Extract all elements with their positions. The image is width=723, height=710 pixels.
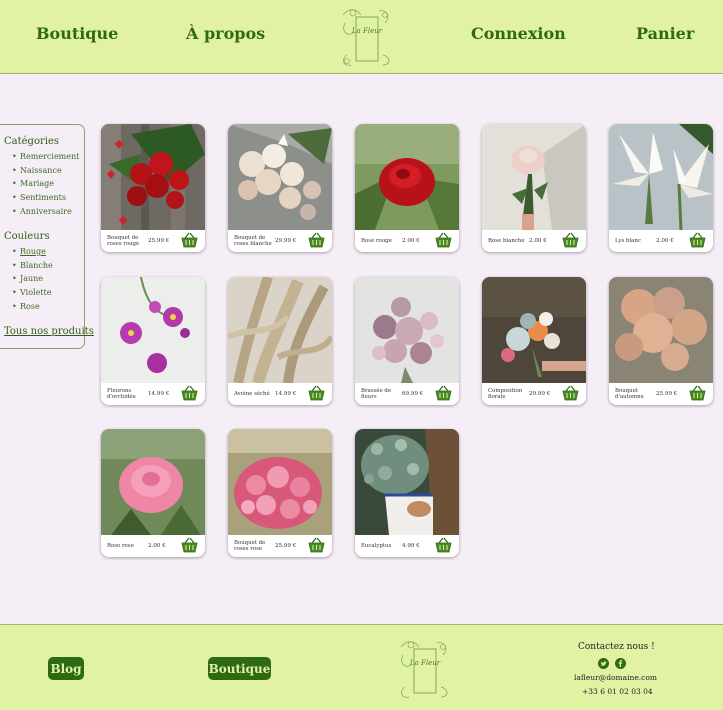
facebook-icon[interactable] [615, 658, 626, 669]
product-card[interactable]: Bouquet de roses blanche 29.99 € [228, 124, 332, 252]
category-naissance[interactable]: Naissance [4, 164, 79, 178]
product-name: Bouquet de roses rouge [107, 234, 140, 248]
product-price: 29.99 € [529, 391, 551, 397]
filter-sidebar: Catégories Remerciement Naissance Mariag… [0, 124, 94, 349]
product-photo-pink-roses-bouquet [228, 429, 332, 535]
site-header: Boutique À propos La Fleur Connexion Pan… [0, 0, 723, 74]
product-price: 25.99 € [656, 391, 678, 397]
product-price: 14.99 € [148, 391, 170, 397]
product-price: 29.99 € [275, 238, 297, 244]
twitter-icon[interactable] [598, 658, 609, 669]
nav-a-propos[interactable]: À propos [186, 24, 265, 43]
product-photo-red-rose [355, 124, 459, 230]
product-price: 4.99 € [402, 543, 420, 549]
product-photo-floral-composition [482, 277, 586, 383]
product-card[interactable]: Bouquet de roses rose 25.99 € [228, 429, 332, 557]
add-to-basket-icon[interactable] [308, 537, 325, 553]
product-price: 14.99 € [275, 391, 297, 397]
product-name: Fleurons d'orchidée [107, 387, 136, 401]
product-name: Eucalyptus [361, 542, 392, 549]
category-mariage[interactable]: Mariage [4, 177, 79, 191]
product-card[interactable]: Brassée de fleurs 69.99 € [355, 277, 459, 405]
product-photo-red-roses-bouquet [101, 124, 205, 230]
product-name: Rose rouge [361, 237, 392, 244]
product-card[interactable]: Fleurons d'orchidée 14.99 € [101, 277, 205, 405]
add-to-basket-icon[interactable] [689, 385, 706, 401]
product-card[interactable]: Bouquet de roses rouge 25.99 € [101, 124, 205, 252]
product-card[interactable]: Rose rose 2.00 € [101, 429, 205, 557]
add-to-basket-icon[interactable] [562, 385, 579, 401]
product-photo-white-rose [482, 124, 586, 230]
product-card[interactable]: Lys blanc 2.00 € [609, 124, 713, 252]
product-name: Bouquet de roses blanche [234, 234, 272, 248]
product-card[interactable]: Rose rouge 2.00 € [355, 124, 459, 252]
add-to-basket-icon[interactable] [435, 232, 452, 248]
color-rouge[interactable]: Rouge [4, 245, 53, 259]
product-name: Avoine séché [234, 390, 270, 397]
product-photo-white-roses-bouquet [228, 124, 332, 230]
product-name: Brassée de fleurs [361, 387, 392, 401]
add-to-basket-icon[interactable] [308, 232, 325, 248]
category-anniversaire[interactable]: Anniversaire [4, 205, 79, 219]
category-remerciement[interactable]: Remerciement [4, 150, 79, 164]
nav-boutique[interactable]: Boutique [36, 24, 118, 43]
product-name: Rose rose [107, 542, 134, 549]
all-products-link[interactable]: Tous nos produits [4, 326, 94, 337]
product-photo-eucalyptus [355, 429, 459, 535]
product-card[interactable]: Bouquet d'automne 25.99 € [609, 277, 713, 405]
footer-logo[interactable]: La Fleur [397, 637, 451, 701]
product-card[interactable]: Composition florale 29.99 € [482, 277, 586, 405]
nav-connexion[interactable]: Connexion [471, 24, 566, 43]
category-sentiments[interactable]: Sentiments [4, 191, 79, 205]
contact-phone[interactable]: +33 6 01 02 03 04 [582, 687, 653, 696]
add-to-basket-icon[interactable] [562, 232, 579, 248]
color-rose[interactable]: Rose [4, 300, 53, 314]
product-name: Bouquet de roses rose [234, 539, 266, 553]
product-price: 69.99 € [402, 391, 424, 397]
product-price: 2.00 € [148, 543, 166, 549]
color-violette[interactable]: Violette [4, 286, 53, 300]
product-name: Bouquet d'automne [615, 387, 644, 401]
add-to-basket-icon[interactable] [689, 232, 706, 248]
nav-panier[interactable]: Panier [636, 24, 694, 43]
product-card[interactable]: Rose blanche 2.00 € [482, 124, 586, 252]
categories-title: Catégories [4, 136, 59, 147]
logo[interactable]: La Fleur [339, 5, 393, 69]
add-to-basket-icon[interactable] [308, 385, 325, 401]
product-photo-autumn-bouquet [609, 277, 713, 383]
add-to-basket-icon[interactable] [435, 385, 452, 401]
product-price: 2.00 € [656, 238, 674, 244]
product-photo-white-lily [609, 124, 713, 230]
colors-title: Couleurs [4, 231, 50, 242]
add-to-basket-icon[interactable] [181, 232, 198, 248]
product-card[interactable]: Eucalyptus 4.99 € [355, 429, 459, 557]
product-photo-flower-armful [355, 277, 459, 383]
footer-logo-text: La Fleur [409, 659, 441, 667]
add-to-basket-icon[interactable] [181, 385, 198, 401]
product-price: 2.00 € [402, 238, 420, 244]
color-jaune[interactable]: Jaune [4, 272, 53, 286]
contact-title: Contactez nous ! [578, 642, 655, 652]
product-photo-orchid [101, 277, 205, 383]
site-footer: Blog Boutique La Fleur Contactez nous ! … [0, 624, 723, 710]
add-to-basket-icon[interactable] [435, 537, 452, 553]
product-price: 2.00 € [529, 238, 547, 244]
product-name: Rose blanche [488, 237, 525, 244]
color-list: Rouge Blanche Jaune Violette Rose [4, 245, 53, 313]
product-name: Composition florale [488, 387, 523, 401]
blog-button[interactable]: Blog [48, 657, 84, 680]
category-list: Remerciement Naissance Mariage Sentiment… [4, 150, 79, 218]
contact-email[interactable]: lafleur@domaine.com [574, 673, 657, 682]
product-price: 25.99 € [275, 543, 297, 549]
boutique-button[interactable]: Boutique [208, 657, 271, 680]
product-card[interactable]: Avoine séché 14.99 € [228, 277, 332, 405]
color-blanche[interactable]: Blanche [4, 259, 53, 273]
add-to-basket-icon[interactable] [181, 537, 198, 553]
product-name: Lys blanc [615, 237, 641, 244]
logo-text: La Fleur [351, 27, 383, 35]
product-price: 25.99 € [148, 238, 170, 244]
product-photo-pink-rose [101, 429, 205, 535]
product-photo-dried-oats [228, 277, 332, 383]
